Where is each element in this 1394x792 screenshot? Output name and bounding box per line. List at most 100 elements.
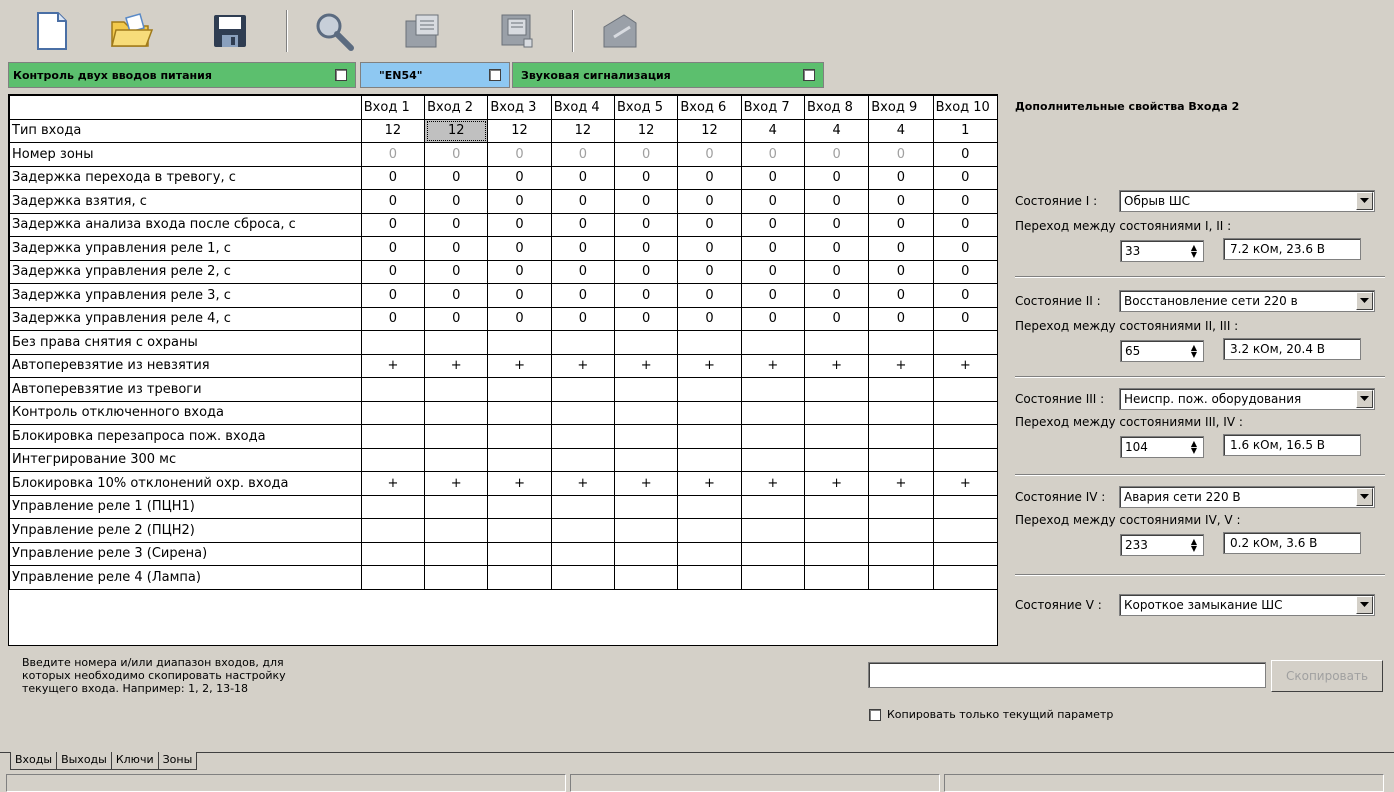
state-5-select[interactable]: Короткое замыкание ШС	[1119, 594, 1375, 616]
grid-cell[interactable]: 0	[932, 212, 997, 237]
grid-cell[interactable]	[360, 541, 426, 566]
grid-cell[interactable]: 0	[803, 306, 870, 331]
grid-cell[interactable]: 0	[360, 142, 426, 167]
grid-cell[interactable]: 0	[932, 189, 997, 214]
grid-cell[interactable]	[677, 330, 742, 355]
read-device-icon[interactable]	[398, 8, 446, 54]
grid-cell[interactable]	[677, 447, 742, 472]
grid-cell[interactable]: 0	[614, 306, 679, 331]
grid-cell[interactable]	[868, 377, 934, 402]
grid-cell[interactable]: 0	[487, 306, 552, 331]
grid-cell[interactable]	[424, 424, 489, 449]
grid-cell[interactable]: 0	[424, 165, 489, 190]
grid-cell[interactable]: 0	[550, 212, 616, 237]
write-device-icon[interactable]	[494, 8, 542, 54]
grid-cell[interactable]	[424, 494, 489, 519]
grid-cell[interactable]: +	[550, 471, 616, 496]
grid-cell[interactable]	[550, 518, 616, 543]
grid-cell[interactable]	[360, 424, 426, 449]
grid-cell[interactable]: 0	[740, 306, 805, 331]
grid-cell[interactable]: 0	[868, 212, 934, 237]
tab-keys[interactable]: Ключи	[110, 752, 159, 770]
threshold-1-spinner[interactable]: 33 ▲ ▼	[1120, 240, 1204, 262]
grid-cell[interactable]: 0	[932, 259, 997, 284]
grid-cell[interactable]	[932, 494, 997, 519]
column-header[interactable]: Вход 1	[360, 95, 426, 120]
column-header[interactable]: Вход 7	[740, 95, 805, 120]
grid-cell[interactable]	[803, 330, 870, 355]
grid-cell[interactable]: 0	[677, 142, 742, 167]
grid-cell[interactable]	[487, 424, 552, 449]
grid-cell[interactable]: 0	[360, 259, 426, 284]
grid-cell[interactable]: 0	[803, 189, 870, 214]
grid-cell[interactable]	[424, 447, 489, 472]
grid-cell[interactable]	[868, 424, 934, 449]
grid-cell[interactable]: +	[803, 353, 870, 378]
grid-cell[interactable]: 12	[677, 118, 742, 143]
grid-cell[interactable]: 0	[487, 212, 552, 237]
grid-cell[interactable]: 0	[487, 259, 552, 284]
grid-cell[interactable]: 0	[932, 306, 997, 331]
grid-cell[interactable]	[487, 330, 552, 355]
grid-cell[interactable]: 0	[740, 259, 805, 284]
grid-cell[interactable]: 0	[424, 212, 489, 237]
grid-cell[interactable]	[550, 330, 616, 355]
grid-cell[interactable]	[487, 565, 552, 590]
grid-cell[interactable]: +	[740, 471, 805, 496]
grid-cell[interactable]: 0	[740, 189, 805, 214]
column-header[interactable]: Вход 5	[614, 95, 679, 120]
grid-cell[interactable]: 0	[424, 259, 489, 284]
grid-cell[interactable]	[677, 565, 742, 590]
grid-cell[interactable]	[932, 541, 997, 566]
grid-cell[interactable]: 12	[424, 118, 489, 143]
grid-cell[interactable]	[932, 424, 997, 449]
grid-cell[interactable]: 0	[740, 283, 805, 308]
grid-cell[interactable]	[360, 494, 426, 519]
state-2-select[interactable]: Восстановление сети 220 в	[1119, 290, 1375, 312]
grid-cell[interactable]: 1	[932, 118, 997, 143]
grid-cell[interactable]	[424, 541, 489, 566]
grid-cell[interactable]	[360, 447, 426, 472]
grid-cell[interactable]	[614, 565, 679, 590]
grid-cell[interactable]: 12	[614, 118, 679, 143]
state-4-select[interactable]: Авария сети 220 В	[1119, 486, 1375, 508]
grid-cell[interactable]: 0	[424, 283, 489, 308]
column-header[interactable]: Вход 4	[550, 95, 616, 120]
grid-cell[interactable]	[740, 518, 805, 543]
grid-cell[interactable]	[803, 377, 870, 402]
grid-cell[interactable]	[677, 424, 742, 449]
grid-cell[interactable]: 12	[550, 118, 616, 143]
grid-cell[interactable]	[868, 330, 934, 355]
grid-cell[interactable]	[614, 447, 679, 472]
spin-arrows-icon[interactable]: ▲ ▼	[1187, 537, 1201, 553]
grid-cell[interactable]: 0	[550, 165, 616, 190]
tab-zones[interactable]: Зоны	[157, 752, 198, 770]
grid-cell[interactable]	[677, 400, 742, 425]
grid-cell[interactable]: 0	[614, 165, 679, 190]
grid-cell[interactable]: 0	[424, 142, 489, 167]
grid-cell[interactable]	[360, 565, 426, 590]
grid-cell[interactable]: 0	[614, 236, 679, 261]
grid-cell[interactable]	[550, 541, 616, 566]
grid-cell[interactable]	[803, 400, 870, 425]
grid-cell[interactable]: +	[424, 471, 489, 496]
grid-cell[interactable]	[487, 447, 552, 472]
grid-cell[interactable]: +	[487, 353, 552, 378]
spin-arrows-icon[interactable]: ▲ ▼	[1187, 343, 1201, 359]
grid-cell[interactable]: 0	[550, 142, 616, 167]
open-folder-icon[interactable]	[108, 8, 156, 54]
column-header[interactable]: Вход 2	[424, 95, 489, 120]
spin-arrows-icon[interactable]: ▲ ▼	[1187, 439, 1201, 455]
grid-cell[interactable]	[424, 518, 489, 543]
threshold-4-spinner[interactable]: 233 ▲ ▼	[1120, 534, 1204, 556]
grid-cell[interactable]	[487, 541, 552, 566]
grid-cell[interactable]: 12	[360, 118, 426, 143]
grid-cell[interactable]: 0	[487, 189, 552, 214]
save-icon[interactable]	[206, 8, 254, 54]
grid-cell[interactable]	[740, 400, 805, 425]
grid-cell[interactable]: 0	[487, 142, 552, 167]
grid-cell[interactable]: 0	[803, 142, 870, 167]
grid-cell[interactable]: 0	[803, 259, 870, 284]
chevron-down-icon[interactable]	[1356, 292, 1373, 310]
grid-cell[interactable]	[740, 494, 805, 519]
